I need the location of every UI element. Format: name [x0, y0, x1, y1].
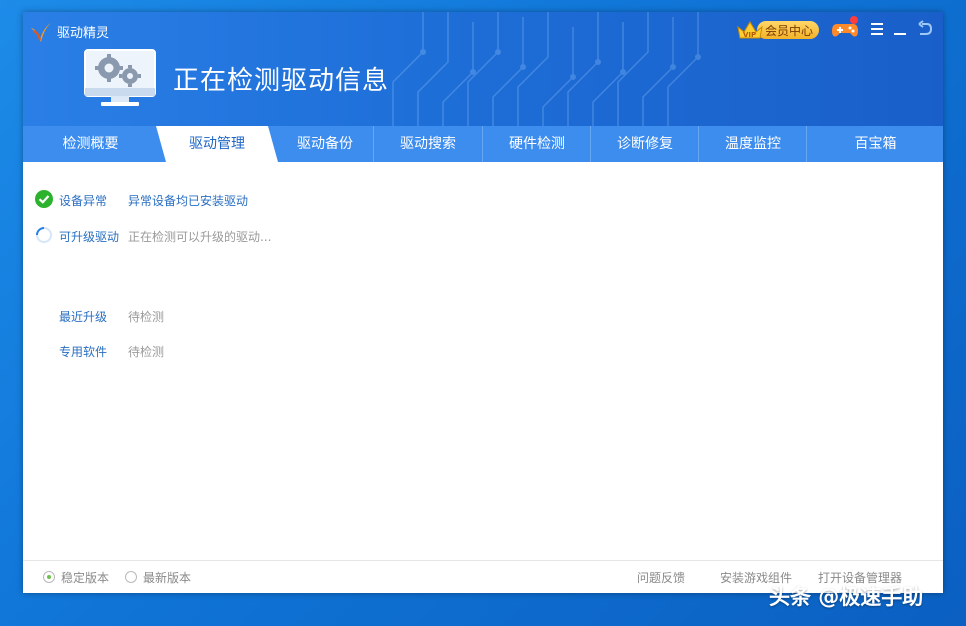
- tab-label: 诊断修复: [617, 136, 673, 152]
- latest-version-label[interactable]: 最新版本: [143, 569, 191, 586]
- vip-center-button[interactable]: VIP 会员中心: [735, 18, 821, 42]
- tab-label: 百宝箱: [854, 136, 897, 152]
- minimize-icon[interactable]: [891, 20, 909, 38]
- gamepad-icon[interactable]: [831, 15, 859, 41]
- tab-label: 温度监控: [725, 136, 781, 152]
- tab-label: 驱动管理: [189, 136, 245, 152]
- tab-toolbox[interactable]: 百宝箱: [806, 126, 943, 162]
- app-logo-icon: [31, 23, 51, 42]
- tab-label: 硬件检测: [509, 136, 565, 152]
- vip-crown-icon: VIP: [737, 21, 763, 39]
- monitor-gears-icon: [84, 49, 156, 106]
- stable-version-radio[interactable]: [43, 571, 55, 583]
- tab-driver-management[interactable]: 驱动管理: [166, 126, 268, 162]
- tab-driver-search[interactable]: 驱动搜索: [373, 126, 482, 162]
- dedicated-software-value: 待检测: [128, 345, 165, 359]
- tab-overview[interactable]: 检测概要: [23, 126, 158, 162]
- check-success-icon: [35, 190, 53, 208]
- tab-driver-backup[interactable]: 驱动备份: [278, 126, 372, 162]
- app-title: 驱动精灵: [57, 26, 110, 41]
- stable-version-label[interactable]: 稳定版本: [61, 569, 109, 586]
- watermark-text: 头条 @极速手助: [769, 585, 924, 609]
- recent-upgrade-value: 待检测: [128, 310, 165, 324]
- menu-icon[interactable]: [868, 20, 886, 38]
- active-tab-slant: [156, 126, 166, 162]
- tab-bar: 检测概要 驱动管理 驱动备份 驱动搜索 硬件检测 诊断修复 温度监控 百宝箱: [23, 126, 943, 162]
- active-tab-slant: [268, 126, 278, 162]
- upgradable-driver-label: 可升级驱动: [59, 230, 120, 244]
- recent-upgrade-label: 最近升级: [59, 310, 108, 324]
- device-error-value: 异常设备均已安装驱动: [128, 194, 249, 208]
- app-window: 驱动精灵 正在检测驱动信息 VIP 会员中心 检测概要 驱动管理 驱动备份 驱动…: [23, 12, 943, 593]
- device-error-label: 设备异常: [59, 194, 108, 208]
- latest-version-radio[interactable]: [125, 571, 137, 583]
- tab-label: 驱动搜索: [400, 136, 456, 152]
- feedback-link[interactable]: 问题反馈: [637, 569, 685, 586]
- loading-spinner-icon: [36, 227, 52, 243]
- tab-diagnose-repair[interactable]: 诊断修复: [590, 126, 699, 162]
- close-back-icon[interactable]: [916, 20, 934, 38]
- dedicated-software-label: 专用软件: [59, 345, 108, 359]
- tab-hardware-check[interactable]: 硬件检测: [482, 126, 591, 162]
- circuit-background-decoration: [392, 12, 701, 126]
- header: 驱动精灵 正在检测驱动信息 VIP 会员中心: [23, 12, 943, 126]
- tab-temperature-monitor[interactable]: 温度监控: [698, 126, 807, 162]
- upgradable-driver-value: 正在检测可以升级的驱动...: [128, 230, 272, 244]
- svg-text:VIP: VIP: [743, 31, 756, 39]
- detection-status-title: 正在检测驱动信息: [173, 66, 390, 96]
- tab-label: 检测概要: [62, 136, 119, 152]
- vip-center-label: 会员中心: [765, 24, 814, 38]
- tab-label: 驱动备份: [297, 136, 353, 152]
